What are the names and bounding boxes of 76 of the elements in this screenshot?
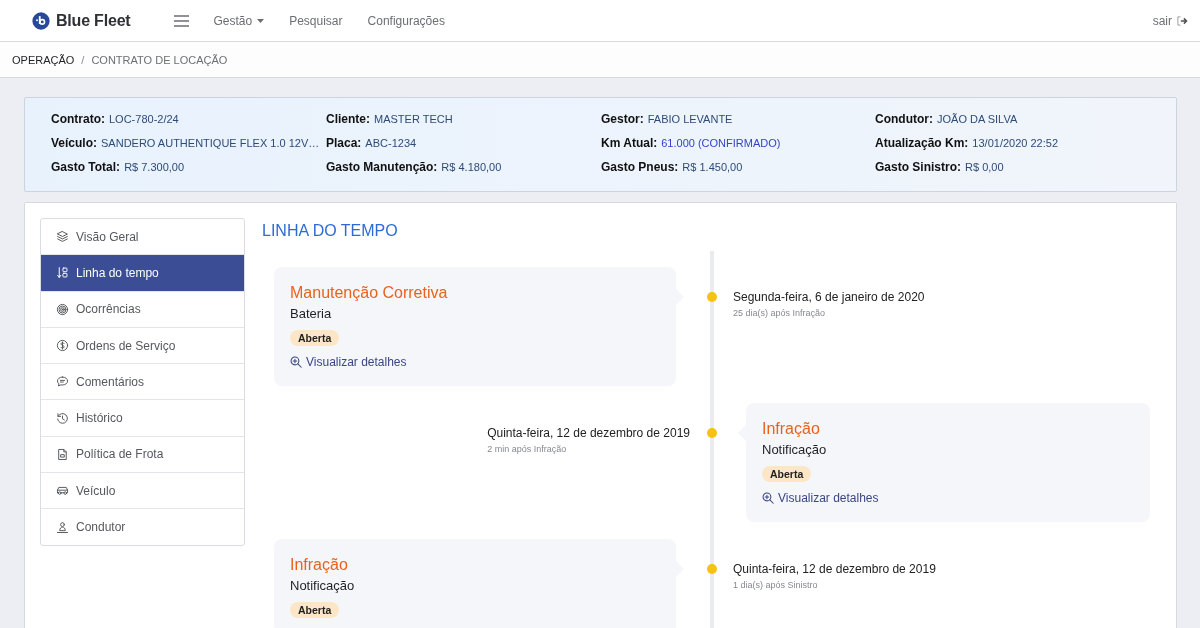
zoom-in-icon	[762, 492, 774, 504]
event-relative-time: 25 dia(s) após Infração	[733, 308, 826, 319]
menu-item[interactable]: Visão Geral	[41, 219, 244, 255]
field-value: R$ 7.300,00	[124, 160, 185, 175]
field-label: Gestor:	[601, 111, 644, 128]
field-label: Condutor:	[875, 111, 933, 128]
menu-item[interactable]: Condutor	[41, 508, 244, 545]
history-icon	[56, 411, 69, 425]
field-label: Veículo:	[51, 135, 97, 152]
event-subtitle: Bateria	[290, 305, 332, 323]
logo-icon[interactable]	[32, 11, 50, 30]
field-value: ABC-1234	[365, 136, 417, 151]
event-title: Manutenção Corretiva	[290, 283, 448, 303]
field-label: Gasto Sinistro:	[875, 159, 961, 176]
status-badge: Aberta	[290, 330, 340, 346]
field-label: Cliente:	[326, 111, 370, 128]
sort-down-icon	[56, 266, 69, 280]
chat-icon	[56, 375, 69, 389]
details-link[interactable]: Visualizar detalhes	[290, 354, 407, 370]
field-value: R$ 0,00	[965, 160, 1004, 175]
menu-item[interactable]: Ordens de Serviço	[41, 326, 244, 364]
timeline-dot-icon	[707, 564, 717, 574]
timeline-dot-icon	[707, 292, 717, 302]
field-value: SANDERO AUTHENTIQUE FLEX 1.0 12V…	[101, 136, 320, 151]
target-icon	[56, 302, 69, 316]
breadcrumb-current-page: CONTRATO DE LOCAÇÃO	[91, 53, 228, 66]
field-value: MASTER TECH	[374, 112, 453, 127]
brand-name: Blue Fleet	[56, 11, 131, 30]
menu-item[interactable]: Veículo	[41, 472, 244, 509]
event-date: Quinta-feira, 12 de dezembro de 2019	[487, 426, 690, 440]
dollar-circle-icon	[56, 339, 69, 353]
logout-icon	[1176, 14, 1188, 27]
status-badge: Aberta	[762, 466, 812, 482]
field-value: R$ 4.180,00	[441, 160, 502, 175]
car-icon	[56, 484, 69, 498]
menu-item[interactable]: Política de Frota	[41, 435, 244, 473]
field-label: Km Atual:	[601, 135, 658, 152]
person-pin-icon	[56, 520, 69, 534]
timeline-dot-icon	[707, 428, 717, 438]
event-date: Quinta-feira, 12 de dezembro de 2019	[733, 562, 936, 576]
menu-item[interactable]: Linha do tempo	[41, 254, 244, 291]
event-subtitle: Notificação	[762, 441, 827, 459]
field-label: Gasto Total:	[51, 159, 121, 176]
details-link[interactable]: Visualizar detalhes	[762, 490, 879, 506]
nav-link[interactable]: Configurações	[367, 13, 445, 28]
event-subtitle: Notificação	[290, 577, 355, 595]
breadcrumb-separator: /	[81, 53, 85, 66]
field-value: R$ 1.450,00	[682, 160, 743, 175]
zoom-in-icon	[290, 356, 302, 368]
menu-item[interactable]: Histórico	[41, 399, 244, 436]
event-relative-time: 2 min após Infração	[487, 444, 567, 455]
event-date: Segunda-feira, 6 de janeiro de 2020	[733, 290, 925, 304]
field-label: Contrato:	[51, 111, 105, 128]
status-badge: Aberta	[290, 602, 340, 618]
field-value: FABIO LEVANTE	[647, 112, 733, 127]
field-value: 13/01/2020 22:52	[972, 136, 1058, 151]
field-label: Placa:	[326, 135, 362, 152]
field-value: JOÃO DA SILVA	[937, 112, 1018, 127]
nav-link[interactable]: Pesquisar	[289, 13, 343, 28]
document-icon	[56, 447, 69, 461]
nav-link[interactable]: Gestão	[213, 13, 265, 28]
menu-item[interactable]: Comentários	[41, 363, 244, 400]
field-value: 61.000 (CONFIRMADO)	[661, 136, 781, 151]
event-title: Infração	[762, 419, 820, 439]
field-label: Gasto Pneus:	[601, 159, 679, 176]
field-label: Atualização Km:	[875, 135, 969, 152]
menu-icon[interactable]	[174, 14, 190, 27]
field-label: Gasto Manutenção:	[326, 159, 438, 176]
section-title: LINHA DO TEMPO	[262, 221, 399, 241]
breadcrumb-link[interactable]: OPERAÇÃO	[12, 53, 75, 66]
event-relative-time: 1 dia(s) após Sinistro	[733, 580, 818, 591]
field-value: LOC-780-2/24	[109, 112, 179, 127]
menu-item[interactable]: Ocorrências	[41, 290, 244, 327]
layers-icon	[56, 230, 69, 244]
logout-link[interactable]: sair	[1152, 13, 1188, 28]
event-title: Infração	[290, 555, 348, 575]
